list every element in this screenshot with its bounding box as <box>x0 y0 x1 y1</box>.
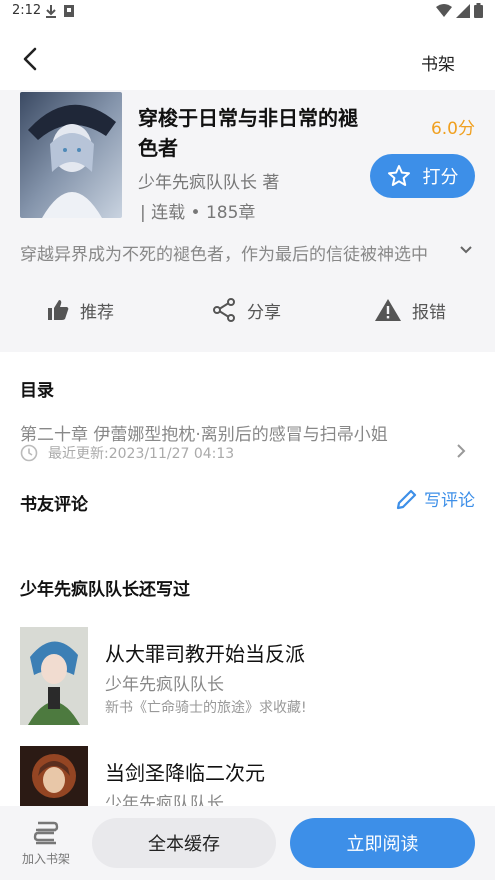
share-button[interactable]: 分享 <box>211 290 281 330</box>
add-to-shelf-button[interactable]: 加入书架 <box>16 820 76 867</box>
chevron-down-icon[interactable] <box>459 243 473 257</box>
book-summary[interactable]: 穿越异界成为不死的褪色者，作为最后的信徒被神选中 <box>20 240 450 265</box>
book-title: 穿梭于日常与非日常的褪色者 <box>138 106 358 160</box>
bookshelf-button[interactable]: 书架 <box>421 50 455 75</box>
other-book-item[interactable]: 从大罪司教开始当反派 少年先疯队队长 新书《亡命骑士的旅途》求收藏! <box>0 627 495 727</box>
download-icon <box>46 5 56 18</box>
toc-section-title: 目录 <box>20 381 54 401</box>
write-review-button[interactable]: 写评论 <box>396 486 475 511</box>
thumbs-up-icon <box>48 300 69 320</box>
report-error-button[interactable]: 报错 <box>374 290 446 330</box>
recommend-button[interactable]: 推荐 <box>46 290 114 330</box>
signal-icon <box>456 3 470 18</box>
other-book-title: 当剑圣降临二次元 <box>105 761 265 785</box>
report-label: 报错 <box>412 302 446 323</box>
toc-update-info: 最近更新:2023/11/27 04:13 <box>20 443 234 463</box>
rate-button-label: 打分 <box>422 167 459 188</box>
reviews-section-title: 书友评论 <box>20 495 88 515</box>
rate-button[interactable]: 打分 <box>370 154 475 198</box>
bottom-bar: 加入书架 全本缓存 立即阅读 <box>0 806 495 880</box>
notification-icon <box>64 5 74 17</box>
cache-all-label: 全本缓存 <box>148 834 220 855</box>
book-rating: 6.0分 <box>430 119 475 139</box>
pencil-icon <box>396 489 417 509</box>
write-review-label: 写评论 <box>424 491 475 511</box>
toc-update-time: 最近更新:2023/11/27 04:13 <box>48 446 235 462</box>
recommend-label: 推荐 <box>80 302 114 323</box>
wifi-icon <box>436 3 452 17</box>
author-works-title: 少年先疯队队长还写过 <box>20 580 190 600</box>
other-book-description: 新书《亡命骑士的旅途》求收藏! <box>105 700 307 716</box>
status-bar: 2:12 <box>0 0 495 24</box>
chevron-right-icon[interactable] <box>455 442 467 460</box>
book-author[interactable]: 少年先疯队队长 著 <box>138 168 279 193</box>
warning-icon <box>375 299 401 321</box>
add-to-shelf-label: 加入书架 <box>21 852 70 866</box>
action-row: 推荐 分享 报错 <box>0 290 495 330</box>
other-book-author: 少年先疯队队长 <box>105 675 224 695</box>
clock-icon <box>20 444 38 462</box>
battery-icon <box>474 3 483 18</box>
book-cover-image <box>20 92 122 218</box>
share-label: 分享 <box>247 302 281 323</box>
star-icon <box>387 165 410 186</box>
book-header: 穿梭于日常与非日常的褪色者 6.0分 少年先疯队队长 著 | 连载 • 185章… <box>0 90 495 352</box>
bookshelf-icon <box>33 821 59 845</box>
toc-latest-chapter[interactable]: 第二十章 伊蕾娜型抱枕·离别后的感冒与扫帚小姐 <box>20 420 388 445</box>
other-book-title: 从大罪司教开始当反派 <box>105 642 305 666</box>
other-book-cover-image <box>20 627 88 725</box>
share-icon <box>213 298 235 322</box>
status-time: 2:12 <box>12 3 42 18</box>
cache-all-button[interactable]: 全本缓存 <box>92 818 276 868</box>
app-bar: 书架 <box>0 24 495 90</box>
read-now-button[interactable]: 立即阅读 <box>290 818 475 868</box>
back-arrow-icon[interactable] <box>18 46 44 72</box>
read-now-label: 立即阅读 <box>346 834 419 855</box>
book-status: | 连载 • 185章 <box>140 203 256 223</box>
status-indicators <box>436 3 483 18</box>
